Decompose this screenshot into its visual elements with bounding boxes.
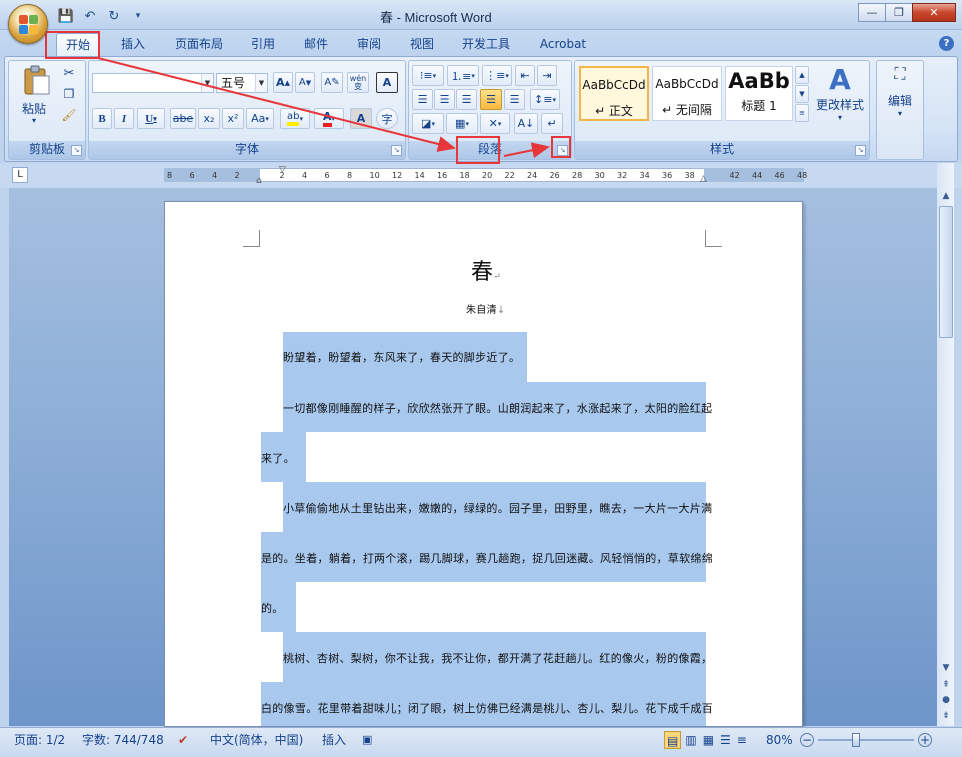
draft-icon[interactable]: ≡: [735, 731, 749, 749]
annotation-arrows: [97, 57, 550, 159]
office-button[interactable]: [8, 4, 48, 44]
paragraph-line: 桃树、杏树、梨树，你不让我，我不让你，都开满了花赶趟儿。红的像火，粉的像霞，: [283, 652, 713, 665]
zoom-out-icon[interactable]: −: [800, 733, 814, 747]
office-logo-icon: [19, 15, 39, 35]
zoom-slider-thumb[interactable]: [852, 733, 860, 747]
paragraph-line: 小草偷偷地从土里钻出来，嫩嫩的，绿绿的。园子里，田野里，瞧去，一大片一大片满: [283, 502, 713, 515]
zoom-level[interactable]: 80%: [766, 731, 793, 749]
browse-object-icon[interactable]: ●: [938, 692, 954, 708]
document-author: 朱自清↓: [466, 305, 506, 316]
insert-mode[interactable]: 插入: [322, 731, 346, 749]
zoom-slider-track[interactable]: [818, 739, 914, 741]
crop-mark: [243, 230, 260, 247]
web-layout-icon[interactable]: ▦: [701, 731, 716, 749]
zoom-in-icon[interactable]: +: [918, 733, 932, 747]
paragraph-line: 盼望着，盼望着，东风来了，春天的脚步近了。: [283, 351, 521, 364]
word-count[interactable]: 字数: 744/748: [82, 731, 164, 749]
next-page-icon[interactable]: ⇟: [938, 708, 954, 724]
page-count[interactable]: 页面: 1/2: [14, 731, 65, 749]
paragraph-line: 来了。: [261, 452, 295, 465]
previous-page-icon[interactable]: ⇞: [938, 677, 954, 693]
document-page[interactable]: 春↵ 朱自清↓ 盼望着，盼望着，东风来了，春天的脚步近了。 一切都像刚睡醒的样子…: [164, 201, 803, 727]
view-buttons: ▤ ▥ ▦ ☰ ≡: [664, 731, 749, 749]
paragraph-line: 是的。坐着，躺着，打两个滚，踢几脚球，赛几趟跑，捉几回迷藏。风轻悄悄的，草软绵绵: [261, 552, 713, 565]
proofing-icon[interactable]: ✔: [178, 731, 188, 749]
scroll-down-icon[interactable]: ▼: [938, 660, 954, 676]
paragraph-line: 一切都像刚睡醒的样子，欣欣然张开了眼。山朗润起来了，水涨起来了，太阳的脸红起: [283, 402, 713, 415]
annotation-arrow: [503, 142, 550, 159]
crop-mark: [705, 230, 722, 247]
full-screen-reading-icon[interactable]: ▥: [683, 731, 698, 749]
paragraph-line: 白的像雪。花里带着甜味儿；闭了眼，树上仿佛已经满是桃儿、杏儿、梨儿。花下成千成百: [261, 702, 713, 715]
print-layout-icon[interactable]: ▤: [664, 731, 682, 749]
language-status[interactable]: 中文(简体，中国): [210, 731, 303, 749]
macro-record-icon[interactable]: ▣: [362, 731, 372, 749]
paragraph-line: 的。: [261, 602, 284, 615]
outline-icon[interactable]: ☰: [718, 731, 733, 749]
document-title: 春↵: [471, 260, 502, 285]
scroll-thumb[interactable]: [939, 206, 953, 338]
annotation-arrow: [97, 57, 456, 152]
